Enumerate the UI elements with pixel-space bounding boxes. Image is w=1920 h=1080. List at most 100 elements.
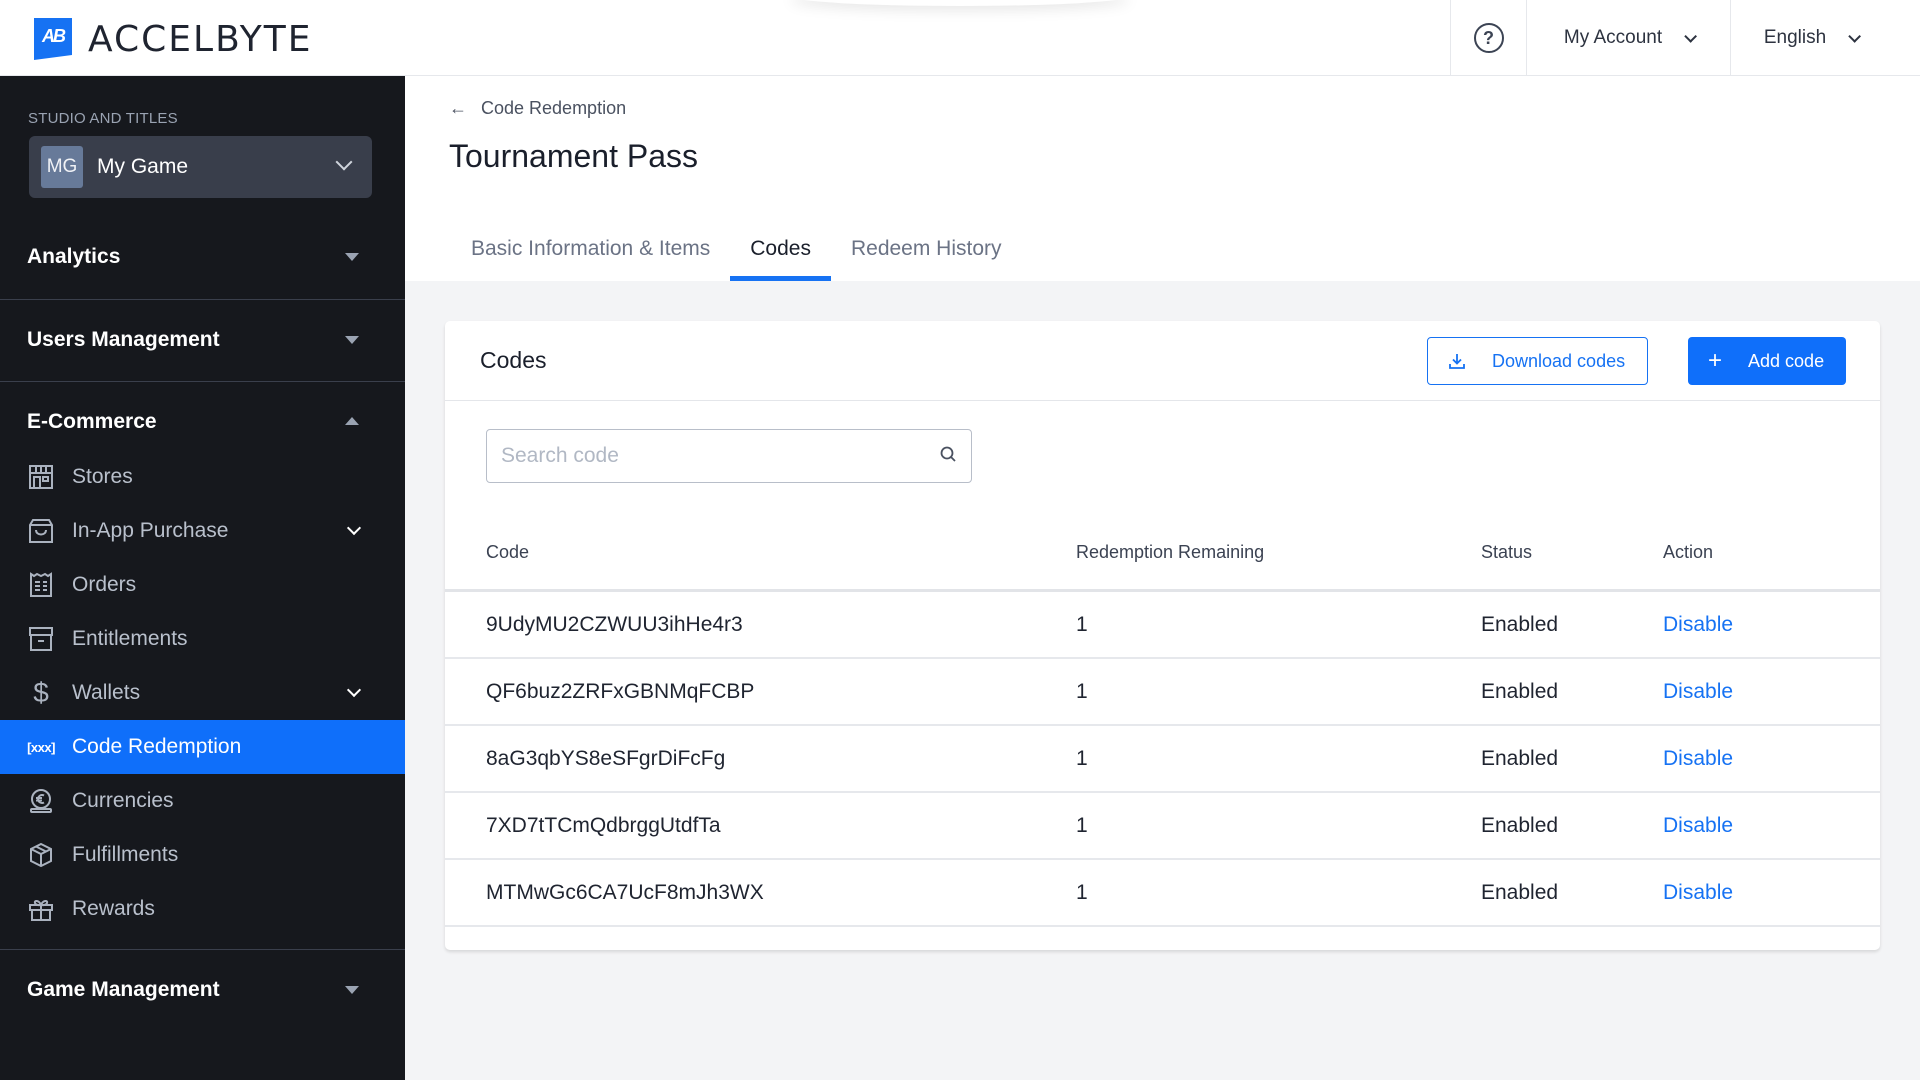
column-header-action: Action	[1663, 542, 1714, 562]
add-code-label: Add code	[1748, 350, 1825, 371]
disable-link[interactable]: Disable	[1663, 747, 1733, 771]
download-icon	[1448, 352, 1466, 370]
column-header-code: Code	[486, 542, 530, 562]
chevron-down-icon	[346, 520, 362, 536]
chevron-down-icon	[1684, 29, 1698, 43]
table-row: QF6buz2ZRFxGBNMqFCBP 1 Enabled Disable	[445, 659, 1880, 726]
search-code-input[interactable]	[501, 444, 939, 468]
dollar-icon: $	[33, 677, 49, 708]
chevron-down-icon	[335, 153, 353, 171]
table-row: MTMwGc6CA7UcF8mJh3WX 1 Enabled Disable	[445, 860, 1880, 927]
cell-status: Enabled	[1481, 881, 1559, 904]
sidebar-item-label: Code Redemption	[72, 735, 242, 758]
my-account-label: My Account	[1563, 27, 1663, 48]
sidebar-item-in-app-purchase[interactable]: In-App Purchase	[0, 504, 405, 558]
caret-up-icon	[345, 417, 359, 425]
studio-name: My Game	[97, 155, 189, 178]
tab-redeem-history[interactable]: Redeem History	[831, 216, 1022, 281]
cell-remaining: 1	[1076, 613, 1088, 636]
sidebar-item-label: Currencies	[72, 789, 174, 812]
column-header-redemption-remaining: Redemption Remaining	[1076, 542, 1265, 562]
language-dropdown[interactable]: English	[1730, 0, 1920, 76]
my-account-dropdown[interactable]: My Account	[1526, 0, 1730, 76]
cell-status: Enabled	[1481, 613, 1559, 636]
accelbyte-logo[interactable]: AB ACCELBYTE	[34, 18, 313, 60]
table-row: 8aG3qbYS8eSFgrDiFcFg 1 Enabled Disable	[445, 726, 1880, 793]
search-icon[interactable]	[939, 445, 957, 468]
cell-remaining: 1	[1076, 881, 1088, 904]
plus-icon: +	[1708, 347, 1723, 374]
sidebar-item-wallets[interactable]: $ Wallets	[0, 666, 405, 720]
gift-icon	[28, 896, 54, 922]
sidebar-section-e-commerce[interactable]: E-Commerce	[0, 394, 405, 450]
cell-status: Enabled	[1481, 747, 1559, 770]
cell-code: 8aG3qbYS8eSFgrDiFcFg	[486, 747, 726, 770]
sidebar-item-entitlements[interactable]: Entitlements	[0, 612, 405, 666]
section-label: Game Management	[27, 978, 220, 1001]
disable-link[interactable]: Disable	[1663, 881, 1733, 905]
disable-link[interactable]: Disable	[1663, 613, 1733, 637]
sidebar-item-orders[interactable]: Orders	[0, 558, 405, 612]
sidebar-section-users-management[interactable]: Users Management	[0, 312, 405, 368]
caret-down-icon	[345, 253, 359, 261]
cell-code: QF6buz2ZRFxGBNMqFCBP	[486, 680, 755, 703]
section-label: Users Management	[27, 328, 220, 351]
header-shadow-decoration	[790, 0, 1130, 6]
logo-mark-icon: AB	[34, 18, 72, 60]
codes-card: Codes Download codes + Add code Code Red…	[445, 321, 1880, 950]
tab-bar: Basic Information & Items Codes Redeem H…	[449, 216, 1022, 281]
question-circle-icon: ?	[1473, 23, 1504, 53]
sidebar-section-game-management[interactable]: Game Management	[0, 962, 405, 1018]
studio-selector[interactable]: MG My Game	[29, 136, 372, 198]
help-button[interactable]: ?	[1450, 0, 1526, 76]
sidebar-item-currencies[interactable]: Currencies	[0, 774, 405, 828]
download-codes-button[interactable]: Download codes	[1427, 337, 1648, 385]
table-row: 7XD7tTCmQdbrggUtdfTa 1 Enabled Disable	[445, 793, 1880, 860]
sidebar-item-fulfillments[interactable]: Fulfillments	[0, 828, 405, 882]
sidebar-item-stores[interactable]: Stores	[0, 450, 405, 504]
page-title: Tournament Pass	[449, 138, 699, 174]
shopping-bag-icon	[28, 518, 54, 544]
sidebar-item-label: Stores	[72, 465, 133, 488]
column-header-status: Status	[1481, 542, 1533, 562]
code-brackets-icon: [xxx]	[27, 739, 55, 755]
sidebar-item-label: Entitlements	[72, 627, 188, 650]
card-title: Codes	[480, 347, 547, 373]
sidebar-item-label: Orders	[72, 573, 137, 596]
breadcrumb-back-link[interactable]: ← Code Redemption	[449, 98, 626, 119]
brand-name: ACCELBYTE	[88, 18, 313, 60]
tab-basic-information[interactable]: Basic Information & Items	[449, 216, 730, 281]
sidebar-item-label: Rewards	[72, 897, 155, 920]
divider	[0, 299, 405, 300]
archive-box-icon	[28, 626, 54, 652]
section-label: Analytics	[27, 245, 121, 268]
codes-table: Code Redemption Remaining Status Action …	[445, 521, 1880, 927]
disable-link[interactable]: Disable	[1663, 814, 1733, 838]
cell-remaining: 1	[1076, 680, 1088, 703]
add-code-button[interactable]: + Add code	[1688, 337, 1846, 385]
sidebar-section-analytics[interactable]: Analytics	[0, 229, 405, 285]
sidebar-item-code-redemption[interactable]: [xxx] Code Redemption	[0, 720, 405, 774]
sidebar-item-rewards[interactable]: Rewards	[0, 882, 405, 936]
caret-down-icon	[345, 986, 359, 994]
caret-down-icon	[345, 336, 359, 344]
cell-code: MTMwGc6CA7UcF8mJh3WX	[486, 881, 764, 904]
studio-avatar: MG	[41, 146, 83, 188]
download-codes-label: Download codes	[1492, 350, 1626, 371]
cell-remaining: 1	[1076, 747, 1088, 770]
cell-status: Enabled	[1481, 814, 1559, 837]
chevron-down-icon	[346, 682, 362, 698]
cell-code: 9UdyMU2CZWUU3ihHe4r3	[486, 613, 743, 636]
breadcrumb-label: Code Redemption	[481, 98, 627, 118]
store-icon	[28, 464, 54, 490]
page-header: ← Code Redemption Tournament Pass Basic …	[405, 76, 1920, 281]
divider	[0, 949, 405, 950]
tab-codes[interactable]: Codes	[730, 216, 831, 281]
receipt-icon	[28, 572, 54, 598]
divider	[0, 381, 405, 382]
top-header: AB ACCELBYTE ? My Account English	[0, 0, 1920, 76]
search-code-field[interactable]	[486, 429, 972, 483]
disable-link[interactable]: Disable	[1663, 680, 1733, 704]
studio-label: STUDIO AND TITLES	[28, 110, 178, 127]
table-header-row: Code Redemption Remaining Status Action	[445, 521, 1880, 592]
